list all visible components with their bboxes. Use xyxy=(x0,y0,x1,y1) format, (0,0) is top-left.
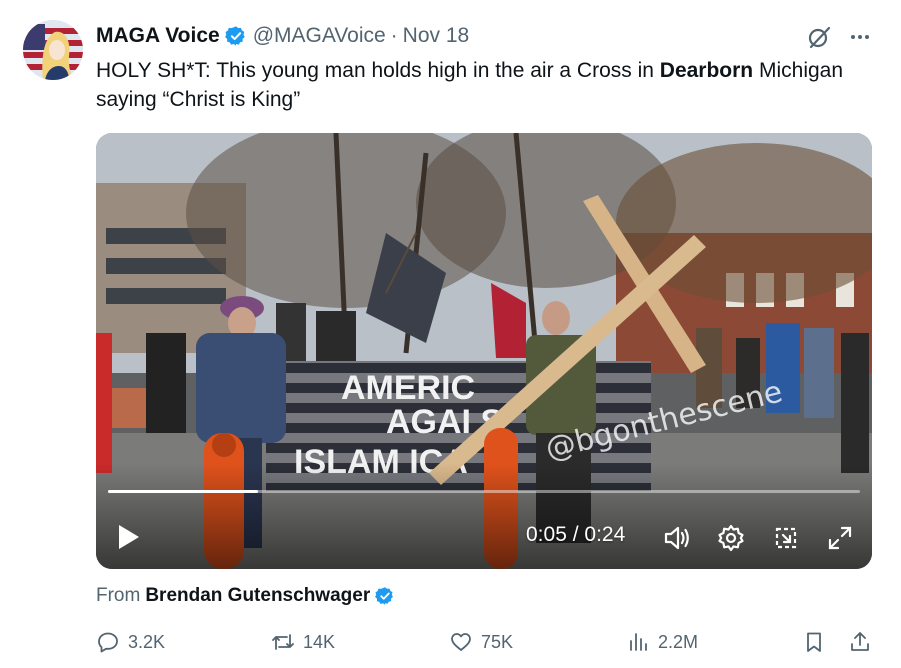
tweet-header: MAGA Voice @MAGAVoice · Nov 18 xyxy=(96,22,469,50)
reply-button[interactable]: 3.2K xyxy=(96,626,165,658)
share-icon xyxy=(851,632,869,651)
like-button[interactable]: 75K xyxy=(449,626,513,658)
bookmark-icon xyxy=(807,632,821,652)
tweet-text: HOLY SH*T: This young man holds high in … xyxy=(96,56,856,114)
reply-count: 3.2K xyxy=(128,631,166,652)
avatar-icon xyxy=(23,20,83,80)
reply-icon xyxy=(98,632,118,653)
retweet-icon xyxy=(272,634,294,650)
bookmark-button[interactable] xyxy=(802,626,826,658)
video-time: 0:05 / 0:24 xyxy=(526,523,625,547)
retweet-button[interactable]: 14K xyxy=(271,626,335,658)
action-bar: 3.2K 14K 75K 2.2M xyxy=(96,626,876,658)
tweet-text-bold[interactable]: Dearborn xyxy=(660,59,753,82)
video-progress-bar[interactable] xyxy=(108,490,860,493)
attribution-prefix: From xyxy=(96,585,141,606)
play-button[interactable] xyxy=(116,522,142,552)
share-button[interactable] xyxy=(848,626,872,658)
like-count: 75K xyxy=(481,631,514,652)
verified-badge-icon xyxy=(375,586,395,606)
time-separator: / xyxy=(566,523,585,546)
grok-button[interactable] xyxy=(805,23,833,51)
pip-icon xyxy=(775,527,797,549)
tweet-date[interactable]: Nov 18 xyxy=(403,24,470,48)
views-icon xyxy=(630,633,647,651)
video-player[interactable]: AMERIC AGAI S ISLAM ICA @bgonthescene 0:… xyxy=(96,133,872,569)
attribution-name[interactable]: Brendan Gutenschwager xyxy=(145,585,370,607)
retweet-count: 14K xyxy=(303,631,336,652)
display-name[interactable]: MAGA Voice xyxy=(96,24,220,48)
time-current: 0:05 xyxy=(526,523,567,546)
tweet-text-part: HOLY SH*T: This young man holds high in … xyxy=(96,59,660,82)
volume-button[interactable] xyxy=(662,523,692,553)
play-icon xyxy=(119,525,139,549)
like-icon xyxy=(451,633,471,651)
time-total: 0:24 xyxy=(584,523,626,546)
avatar[interactable] xyxy=(23,20,83,80)
separator-dot: · xyxy=(390,24,398,47)
video-frame: AMERIC AGAI S ISLAM ICA xyxy=(96,133,872,569)
more-icon xyxy=(851,35,869,39)
verified-badge-icon[interactable] xyxy=(224,25,247,47)
fullscreen-button[interactable] xyxy=(825,523,855,553)
settings-button[interactable] xyxy=(716,523,746,553)
views-count: 2.2M xyxy=(658,631,699,652)
handle[interactable]: @MAGAVoice xyxy=(253,24,386,48)
volume-icon xyxy=(664,526,689,550)
fullscreen-icon xyxy=(828,526,852,550)
video-progress-fill xyxy=(108,490,259,493)
views-button[interactable]: 2.2M xyxy=(626,626,698,658)
settings-icon xyxy=(718,524,744,552)
banner-line-1: AMERIC xyxy=(341,369,475,407)
more-options-button[interactable] xyxy=(846,23,874,51)
grok-icon xyxy=(808,26,831,49)
pip-button[interactable] xyxy=(771,523,801,553)
tweet: MAGA Voice @MAGAVoice · Nov 18 HOLY SH*T… xyxy=(0,0,901,668)
media-attribution: From Brendan Gutenschwager xyxy=(96,583,395,609)
